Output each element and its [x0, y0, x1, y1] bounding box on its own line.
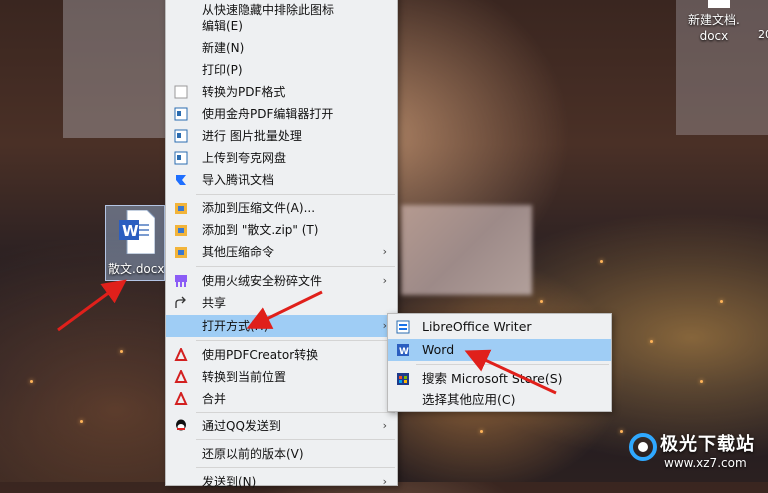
- menu-item-pdfcreator[interactable]: 使用PDFCreator转换: [166, 344, 397, 366]
- word-doc-icon: W: [119, 210, 155, 254]
- microsoft-store-icon: [397, 373, 409, 385]
- menu-item-restore-version[interactable]: 还原以前的版本(V): [166, 443, 397, 465]
- quark-drive-icon: [174, 151, 188, 165]
- libreoffice-writer-icon: [396, 320, 410, 334]
- context-menu: 从快速隐藏中排除此图标 编辑(E) 新建(N) 打印(P) 转换为PDF格式 使…: [165, 0, 398, 489]
- chevron-right-icon: ›: [382, 274, 387, 287]
- menu-item-tencent-docs[interactable]: 导入腾讯文档: [166, 169, 397, 191]
- pdf-icon: [174, 348, 188, 361]
- share-icon: [175, 296, 186, 308]
- jinzhou-pdf-icon: [174, 107, 188, 121]
- menu-item-merge[interactable]: 合并: [166, 388, 397, 410]
- open-with-submenu: LibreOffice Writer W Word 搜索 Microsoft S…: [387, 313, 612, 412]
- newdoc-label-line1: 新建文档.: [688, 13, 740, 27]
- watermark-brand: 极光下载站: [660, 434, 755, 455]
- menu-item-add-zip[interactable]: 添加到 "散文.zip" (T): [166, 219, 397, 241]
- submenu-item-ms-store[interactable]: 搜索 Microsoft Store(S): [388, 368, 611, 390]
- document-icon: [708, 0, 730, 8]
- archive-icon: [175, 247, 187, 258]
- submenu-item-other-app[interactable]: 选择其他应用(C): [388, 389, 611, 411]
- menu-item-add-archive[interactable]: 添加到压缩文件(A)...: [166, 197, 397, 219]
- pdf-icon: [174, 392, 188, 405]
- menu-separator: [196, 266, 395, 267]
- menu-item-convert-pdf[interactable]: 转换为PDF格式: [166, 81, 397, 103]
- desktop-file-sanwen[interactable]: W 散文.docx: [105, 205, 165, 281]
- shredder-icon: [175, 275, 187, 287]
- menu-separator: [196, 439, 395, 440]
- batch-image-icon: [174, 129, 188, 143]
- desktop-selection-highlight: [63, 0, 165, 138]
- blurred-thumbnail: [401, 205, 532, 295]
- submenu-item-word[interactable]: W Word: [388, 339, 611, 361]
- menu-item-send-to[interactable]: 发送到(N) ›: [166, 471, 397, 493]
- menu-separator: [196, 412, 395, 413]
- svg-text:W: W: [122, 222, 139, 240]
- qq-icon: [176, 419, 186, 431]
- menu-item-open-with[interactable]: 打开方式(H) ›: [166, 315, 397, 337]
- menu-item-batch-image[interactable]: 进行 图片批量处理: [166, 125, 397, 147]
- tencent-docs-icon: [176, 175, 186, 185]
- menu-item-quark-upload[interactable]: 上传到夸克网盘: [166, 147, 397, 169]
- menu-item-other-archive[interactable]: 其他压缩命令 ›: [166, 241, 397, 263]
- watermark-url: www.xz7.com: [664, 456, 747, 470]
- menu-item-convert-here[interactable]: 转换到当前位置: [166, 366, 397, 388]
- desktop-file-label-partial: 20: [758, 28, 768, 41]
- newdoc-label-line2: docx: [699, 29, 729, 43]
- archive-icon: [175, 225, 187, 236]
- menu-separator: [196, 467, 395, 468]
- annotation-arrow-file: [57, 279, 127, 332]
- menu-item-edit[interactable]: 编辑(E): [166, 15, 397, 37]
- menu-separator: [416, 364, 609, 365]
- menu-item-huorong-shred[interactable]: 使用火绒安全粉碎文件 ›: [166, 270, 397, 292]
- pdf-icon: [174, 370, 188, 383]
- archive-icon: [175, 203, 187, 214]
- menu-item-new[interactable]: 新建(N): [166, 37, 397, 59]
- svg-text:W: W: [399, 347, 409, 357]
- pdf-convert-icon: [174, 85, 188, 99]
- desktop-file-label: 散文.docx: [108, 262, 165, 276]
- menu-item-print[interactable]: 打印(P): [166, 59, 397, 81]
- menu-item-qq-send[interactable]: 通过QQ发送到 ›: [166, 415, 397, 437]
- word-icon: W: [397, 344, 409, 357]
- watermark: 极光下载站 www.xz7.com: [628, 428, 764, 478]
- menu-separator: [196, 194, 395, 195]
- desktop-file-newdoc[interactable]: 新建文档. docx: [684, 0, 754, 50]
- menu-item-share[interactable]: 共享: [166, 292, 397, 314]
- menu-item-jinzhou-pdf[interactable]: 使用金舟PDF编辑器打开: [166, 103, 397, 125]
- menu-separator: [196, 340, 395, 341]
- chevron-right-icon: ›: [382, 419, 387, 432]
- chevron-right-icon: ›: [382, 475, 387, 488]
- aurora-logo-icon: [629, 433, 657, 461]
- chevron-right-icon: ›: [382, 245, 387, 258]
- submenu-item-libreoffice[interactable]: LibreOffice Writer: [388, 316, 611, 338]
